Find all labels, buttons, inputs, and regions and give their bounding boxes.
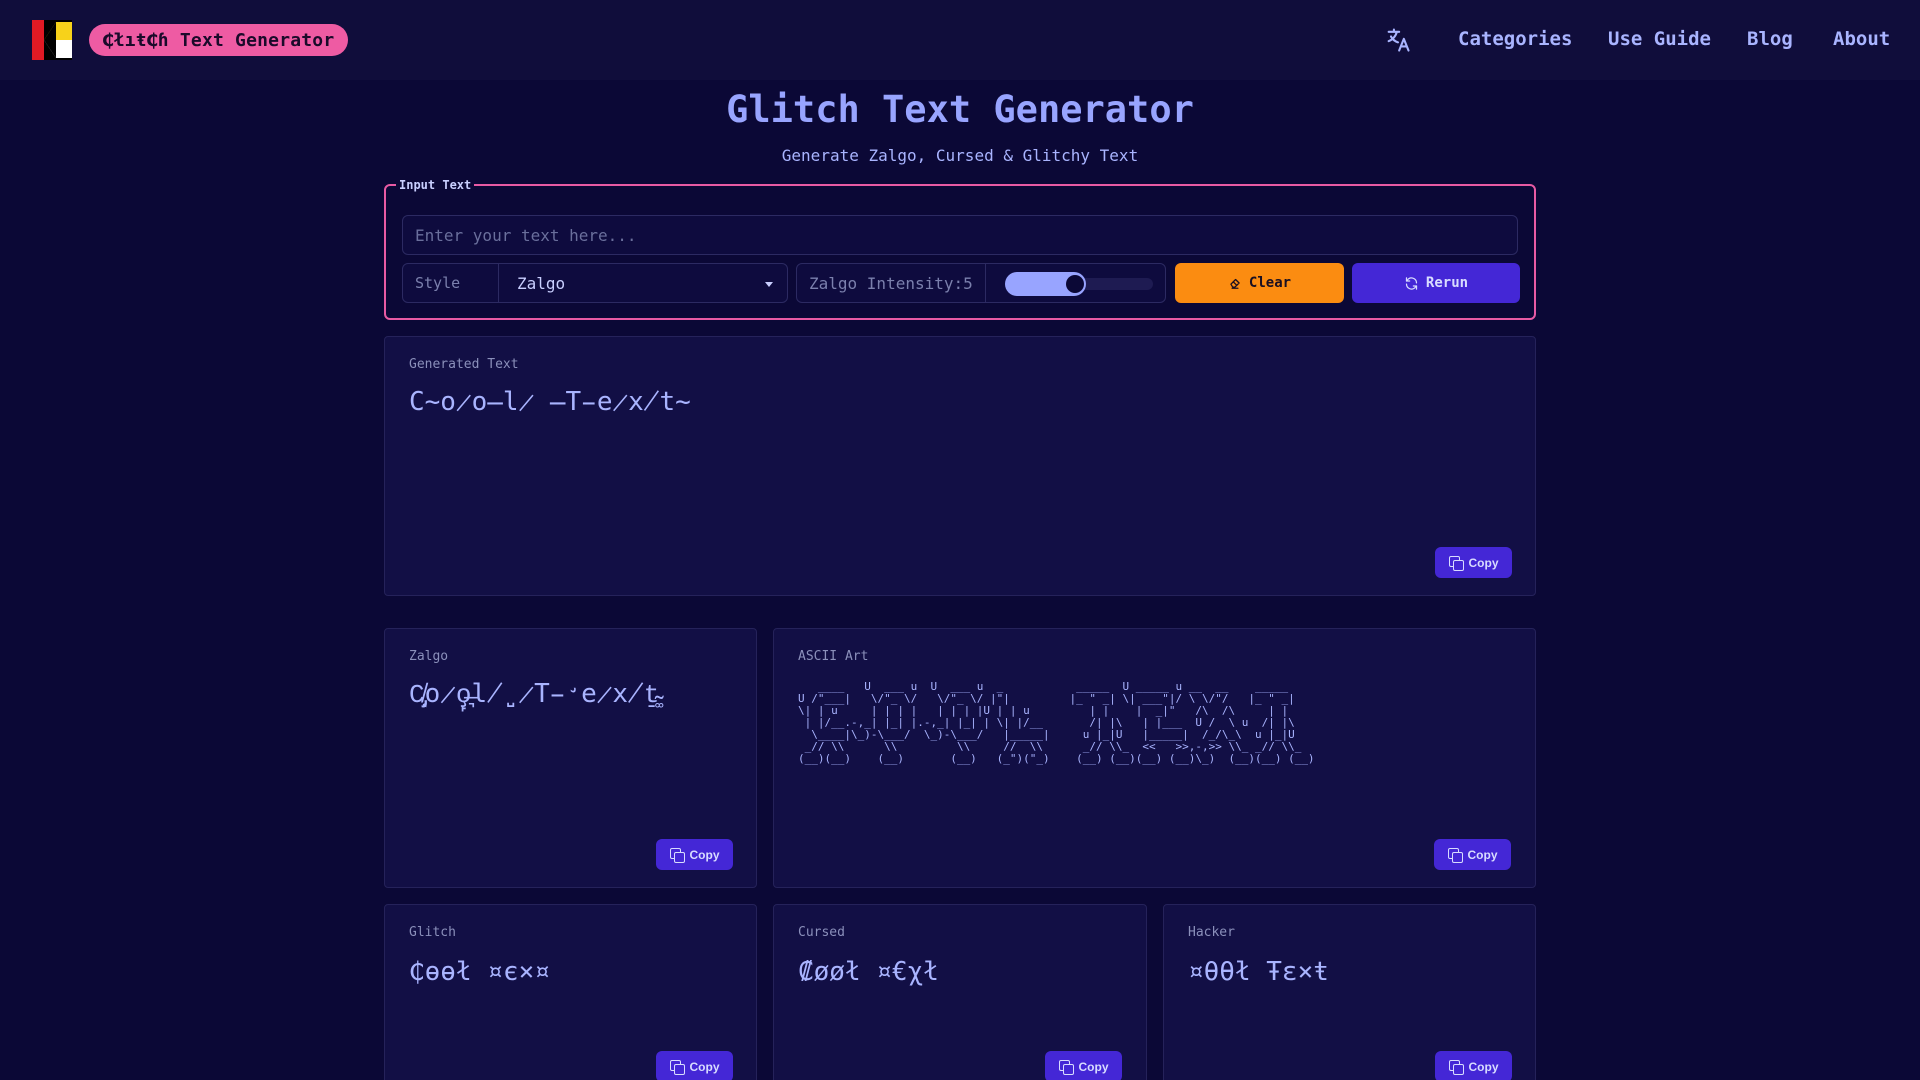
copy-label: Copy (1468, 1059, 1499, 1074)
brand-title[interactable]: ₵łıŧ₵ɦ Text Generator (89, 24, 348, 56)
nav-about[interactable]: About (1833, 28, 1890, 50)
copy-label: Copy (1468, 555, 1499, 570)
input-legend: Input Text (396, 178, 475, 192)
copy-label: Copy (1467, 847, 1498, 862)
copy-icon (1447, 847, 1463, 863)
ascii-art-output: ____ U ___ u U ___ u _ _____ U _____ u _… (798, 680, 1315, 765)
card-label: ASCII Art (798, 649, 869, 664)
refresh-icon (1405, 276, 1418, 290)
copy-icon (669, 847, 685, 863)
logo-icon[interactable] (32, 20, 72, 60)
zalgo-card: Zalgo C̸̡͔o̷̧̙o̶͉l̸̺ ̷T̵̛e̷x̸̠t̴͚ Copy (384, 628, 757, 888)
clear-button[interactable]: Clear (1175, 263, 1344, 303)
cursed-output: ₡øøł ¤€χł (798, 957, 939, 987)
nav-categories[interactable]: Categories (1458, 28, 1572, 50)
glitch-card: Glitch ₵ɵɵł ¤є×¤ Copy (384, 904, 757, 1080)
zalgo-output: C̸̡͔o̷̧̙o̶͉l̸̺ ̷T̵̛e̷x̸̠t̴͚ (409, 679, 660, 709)
intensity-label: Zalgo Intensity:5 (797, 264, 986, 302)
copy-label: Copy (689, 1059, 720, 1074)
style-dropdown-value: Zalgo (517, 273, 566, 293)
page-subtitle: Generate Zalgo, Cursed & Glitchy Text (781, 146, 1139, 165)
card-label: Glitch (409, 925, 456, 940)
copy-icon (1448, 1059, 1464, 1075)
style-selector: Style Zalgo (402, 263, 788, 303)
hacker-card: Hacker ¤θθł Ŧɛ×ŧ Copy (1163, 904, 1536, 1080)
copy-button[interactable]: Copy (656, 1051, 733, 1080)
rerun-button[interactable]: Rerun (1352, 263, 1520, 303)
ascii-art-card: ASCII Art ____ U ___ u U ___ u _ _____ U… (773, 628, 1536, 888)
top-navbar: ₵łıŧ₵ɦ Text Generator Categories Use Gui… (0, 0, 1920, 80)
copy-icon (1448, 555, 1464, 571)
hacker-output: ¤θθł Ŧɛ×ŧ (1188, 957, 1329, 987)
eraser-icon (1230, 278, 1240, 289)
intensity-control: Zalgo Intensity:5 (796, 263, 1166, 303)
cursed-card: Cursed ₡øøł ¤€χł Copy (773, 904, 1147, 1080)
rerun-button-label: Rerun (1425, 275, 1469, 291)
copy-icon (669, 1059, 685, 1075)
nav-use-guide[interactable]: Use Guide (1608, 28, 1711, 50)
text-input[interactable] (402, 215, 1518, 255)
copy-button[interactable]: Copy (656, 839, 733, 870)
glitch-output: ₵ɵɵł ¤є×¤ (409, 957, 550, 987)
page-title: Glitch Text Generator (726, 88, 1194, 131)
copy-icon (1058, 1059, 1074, 1075)
intensity-slider-thumb[interactable] (1066, 275, 1084, 293)
chevron-down-icon (765, 282, 773, 287)
nav-blog[interactable]: Blog (1747, 28, 1793, 50)
copy-button[interactable]: Copy (1435, 1051, 1512, 1080)
card-label: Zalgo (409, 649, 449, 664)
copy-label: Copy (1078, 1059, 1109, 1074)
input-fieldset: Input Text Style Zalgo Zalgo Intensity:5… (384, 178, 1536, 320)
copy-button[interactable]: Copy (1435, 547, 1512, 578)
copy-button[interactable]: Copy (1045, 1051, 1122, 1080)
card-label: Cursed (798, 925, 845, 940)
style-label: Style (403, 264, 499, 302)
card-label: Hacker (1188, 925, 1235, 940)
clear-button-label: Clear (1248, 275, 1292, 291)
copy-label: Copy (689, 847, 720, 862)
translate-icon[interactable] (1384, 26, 1412, 54)
style-dropdown[interactable]: Zalgo (499, 264, 787, 302)
generated-text-output: C̴o̷o̶l̷ ̶T̵e̷x̸t̴ (409, 387, 691, 417)
generated-text-card: Generated Text C̴o̷o̶l̷ ̶T̵e̷x̸t̴ Copy (384, 336, 1536, 596)
copy-button[interactable]: Copy (1434, 839, 1511, 870)
card-label: Generated Text (409, 357, 519, 372)
